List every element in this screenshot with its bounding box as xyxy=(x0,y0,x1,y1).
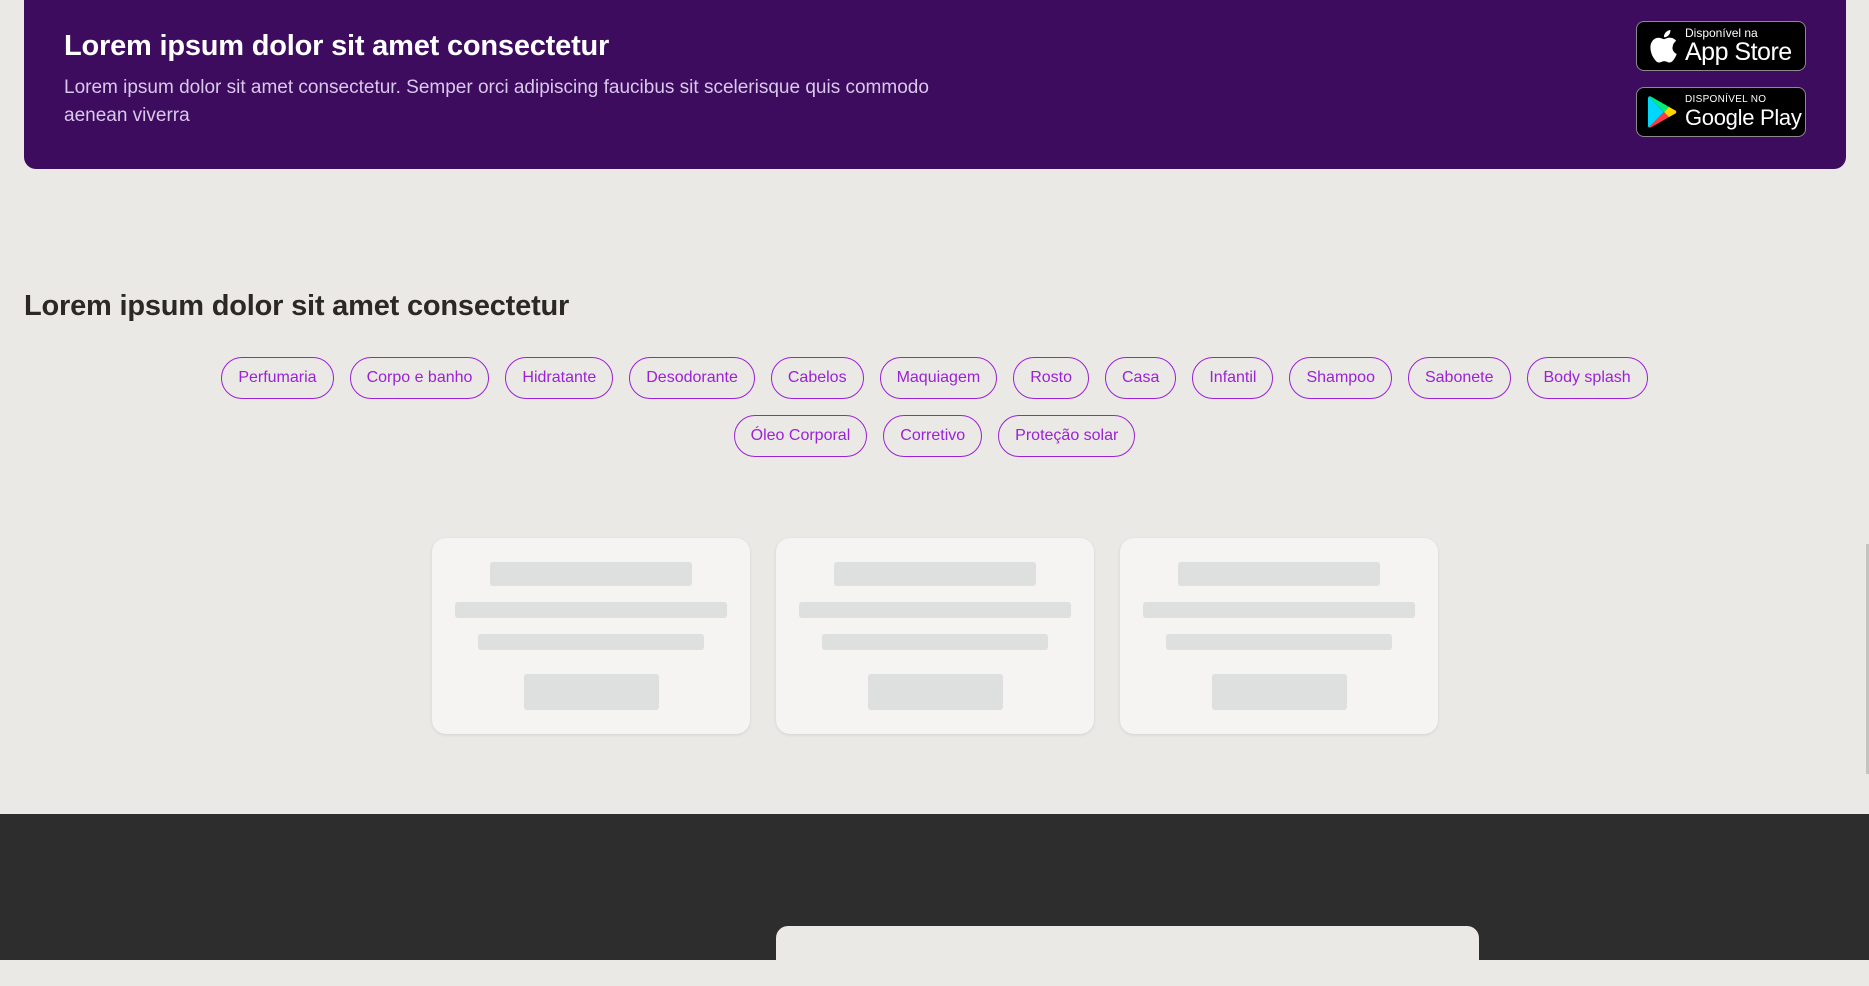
chip-casa[interactable]: Casa xyxy=(1104,357,1177,399)
chip-maquiagem[interactable]: Maquiagem xyxy=(879,357,998,399)
category-chips-row-1: Perfumaria Corpo e banho Hidratante Deso… xyxy=(0,357,1869,399)
promo-description: Lorem ipsum dolor sit amet consectetur. … xyxy=(64,77,929,126)
dark-footer-section xyxy=(0,814,1869,986)
chip-cabelos[interactable]: Cabelos xyxy=(770,357,864,399)
app-store-label: App Store xyxy=(1685,38,1792,66)
skeleton-line xyxy=(478,634,704,650)
skeleton-title xyxy=(490,562,692,586)
skeleton-button xyxy=(1212,674,1347,710)
skeleton-line xyxy=(455,602,727,618)
category-chips-row-2: Óleo Corporal Corretivo Proteção solar xyxy=(0,415,1869,457)
skeleton-line xyxy=(1166,634,1392,650)
skeleton-button xyxy=(868,674,1003,710)
chip-hidratante[interactable]: Hidratante xyxy=(505,357,614,399)
chip-sabonete[interactable]: Sabonete xyxy=(1407,357,1511,399)
chip-protecao-solar[interactable]: Proteção solar xyxy=(998,415,1136,457)
promo-title: Lorem ipsum dolor sit amet consectetur xyxy=(64,30,610,62)
skeleton-title xyxy=(1178,562,1380,586)
skeleton-card xyxy=(432,538,750,734)
chip-rosto[interactable]: Rosto xyxy=(1013,357,1089,399)
skeleton-line xyxy=(1143,602,1415,618)
chip-oleo-corporal[interactable]: Óleo Corporal xyxy=(733,415,868,457)
app-promo-banner: Lorem ipsum dolor sit amet consectetur L… xyxy=(24,0,1846,169)
skeleton-button xyxy=(524,674,659,710)
app-store-badge[interactable]: Disponível na App Store xyxy=(1636,21,1806,71)
chip-corretivo[interactable]: Corretivo xyxy=(883,415,983,457)
google-play-caption: DISPONÍVEL NO xyxy=(1685,94,1767,105)
chip-desodorante[interactable]: Desodorante xyxy=(629,357,755,399)
footer-card xyxy=(776,926,1479,986)
skeleton-card xyxy=(776,538,1094,734)
chip-perfumaria[interactable]: Perfumaria xyxy=(221,357,334,399)
skeleton-line xyxy=(799,602,1071,618)
skeleton-line xyxy=(822,634,1048,650)
chip-corpo-e-banho[interactable]: Corpo e banho xyxy=(349,357,490,399)
chip-infantil[interactable]: Infantil xyxy=(1192,357,1274,399)
skeleton-title xyxy=(834,562,1036,586)
chip-body-splash[interactable]: Body splash xyxy=(1526,357,1648,399)
categories-title: Lorem ipsum dolor sit amet consectetur xyxy=(24,290,570,322)
chip-shampoo[interactable]: Shampoo xyxy=(1289,357,1392,399)
skeleton-card xyxy=(1120,538,1438,734)
google-play-icon xyxy=(1641,88,1685,136)
apple-icon xyxy=(1641,22,1685,70)
google-play-label: Google Play xyxy=(1685,105,1802,130)
google-play-badge[interactable]: DISPONÍVEL NO Google Play xyxy=(1636,87,1806,137)
